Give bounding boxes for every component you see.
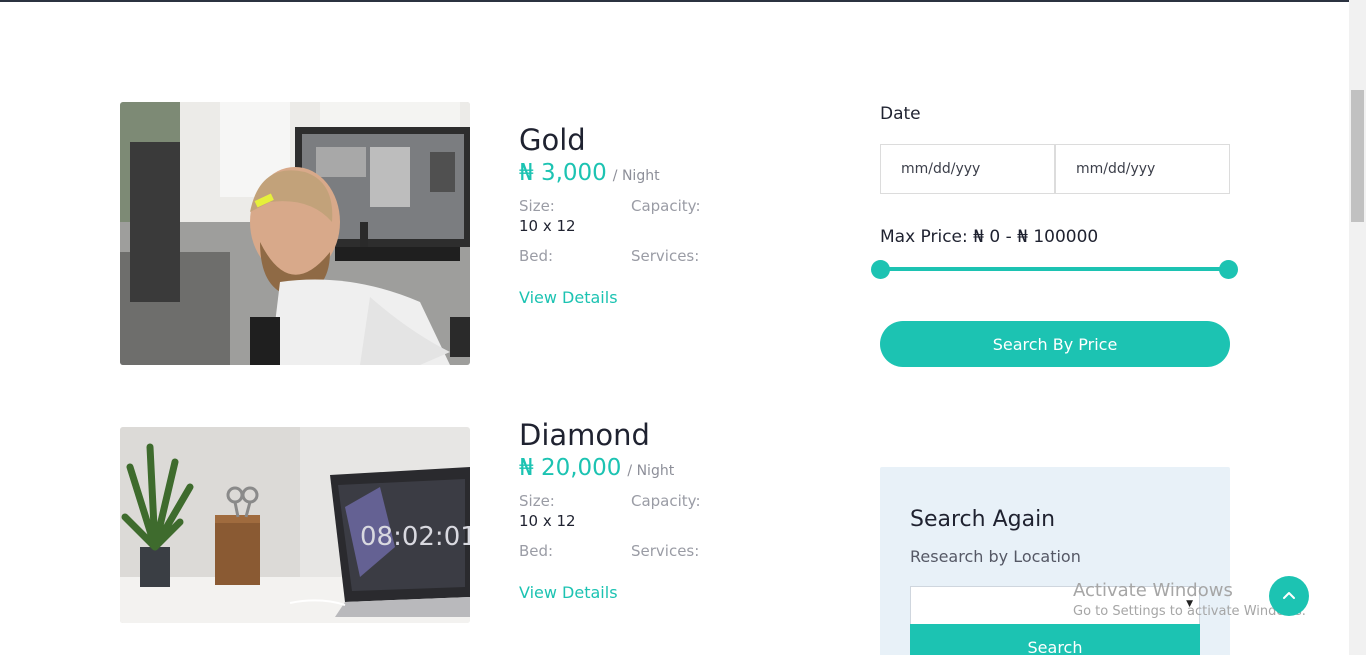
search-again-title: Search Again [910, 507, 1056, 532]
chevron-up-icon [1283, 592, 1295, 599]
search-button[interactable]: Search [910, 624, 1200, 655]
price-unit: / Night [612, 168, 660, 184]
room-image-diamond[interactable]: 08:02:01 [120, 427, 470, 623]
room-info-gold: Gold ₦ 3,000 / Night Size: 10 x 12 Capac… [519, 122, 819, 307]
bed-label: Bed: [519, 542, 554, 560]
price-range-track[interactable] [880, 267, 1230, 271]
capacity-field: Capacity: [631, 491, 771, 531]
room-meta: Size: 10 x 12 Capacity: Bed: Services: [519, 196, 819, 266]
date-to-input[interactable]: mm/dd/yyy [1055, 144, 1230, 194]
price-range-max-handle[interactable] [1219, 260, 1238, 279]
scrollbar-thumb[interactable] [1351, 90, 1364, 222]
price-range-min-handle[interactable] [871, 260, 890, 279]
capacity-field: Capacity: [631, 196, 771, 236]
services-label: Services: [631, 247, 700, 265]
office-photo [120, 102, 470, 365]
room-name: Diamond [519, 418, 650, 452]
room-name: Gold [519, 123, 586, 157]
max-price-label: Max Price: ₦ 0 - ₦ 100000 [880, 227, 1099, 247]
services-label: Services: [631, 542, 700, 560]
services-field: Services: [631, 541, 771, 561]
size-label: Size: [519, 492, 555, 510]
size-value: 10 x 12 [519, 217, 576, 235]
bed-field: Bed: [519, 541, 631, 561]
search-by-price-button[interactable]: Search By Price [880, 321, 1230, 367]
size-label: Size: [519, 197, 555, 215]
room-price: ₦ 3,000 [519, 160, 607, 186]
size-value: 10 x 12 [519, 512, 576, 530]
price-row: ₦ 3,000 / Night [519, 160, 819, 186]
page-scrollbar[interactable] [1349, 0, 1366, 655]
room-info-diamond: Diamond ₦ 20,000 / Night Size: 10 x 12 C… [519, 417, 819, 602]
view-details-link[interactable]: View Details [519, 288, 618, 307]
price-row: ₦ 20,000 / Night [519, 455, 819, 481]
svg-text:08:02:01: 08:02:01 [360, 522, 470, 552]
view-details-link[interactable]: View Details [519, 583, 618, 602]
room-image-gold[interactable] [120, 102, 470, 365]
capacity-label: Capacity: [631, 492, 701, 510]
desk-photo: 08:02:01 [120, 427, 470, 623]
top-nav-edge [0, 0, 1349, 2]
size-field: Size: 10 x 12 [519, 196, 631, 236]
capacity-label: Capacity: [631, 197, 701, 215]
services-field: Services: [631, 246, 771, 266]
room-meta: Size: 10 x 12 Capacity: Bed: Services: [519, 491, 819, 561]
room-price: ₦ 20,000 [519, 455, 622, 481]
date-from-input[interactable]: mm/dd/yyy [880, 144, 1055, 194]
size-field: Size: 10 x 12 [519, 491, 631, 531]
date-label: Date [880, 104, 921, 124]
bed-field: Bed: [519, 246, 631, 266]
bed-label: Bed: [519, 247, 554, 265]
search-again-subtitle: Research by Location [910, 547, 1081, 566]
back-to-top-button[interactable] [1269, 576, 1309, 616]
search-again-panel: Search Again Research by Location ▼ Sear… [880, 467, 1230, 655]
price-unit: / Night [627, 463, 675, 479]
